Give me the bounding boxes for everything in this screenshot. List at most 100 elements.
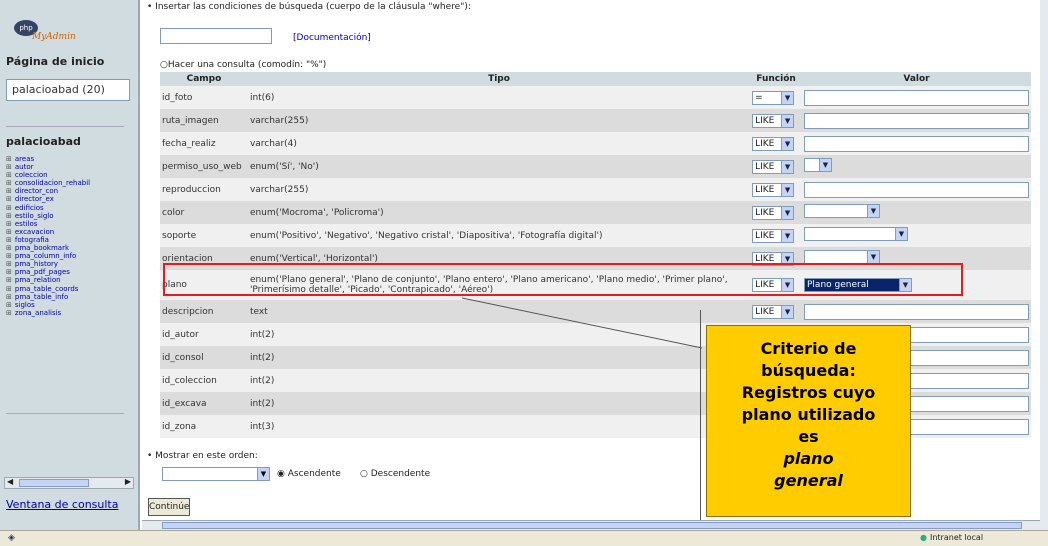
table-link[interactable]: ⊞ estilo_siglo bbox=[6, 212, 90, 220]
scroll-right-icon[interactable]: ▶ bbox=[125, 477, 131, 486]
function-select[interactable]: LIKE ▼ bbox=[752, 205, 795, 220]
ascending-option[interactable]: ◉ Ascendente bbox=[277, 469, 341, 479]
table-link[interactable]: ⊞ pma_history bbox=[6, 260, 90, 268]
table-name: estilo_siglo bbox=[14, 211, 54, 220]
callout-line-5: es bbox=[798, 427, 819, 446]
column-header-tipo: Tipo bbox=[247, 72, 751, 86]
function-select[interactable]: LIKE ▼ bbox=[752, 113, 795, 128]
table-name: director_ex bbox=[14, 195, 54, 204]
table-link[interactable]: ⊞ fotografia bbox=[6, 236, 90, 244]
chevron-down-icon[interactable]: ▼ bbox=[781, 160, 794, 173]
value-cell bbox=[802, 178, 1031, 201]
field-type: varchar(255) bbox=[247, 178, 751, 201]
table-icon: ⊞ bbox=[6, 155, 12, 163]
chevron-down-icon[interactable]: ▼ bbox=[895, 228, 907, 240]
chevron-down-icon[interactable]: ▼ bbox=[781, 137, 794, 150]
main-vertical-scrollbar[interactable] bbox=[1040, 0, 1048, 530]
function-select[interactable]: LIKE ▼ bbox=[752, 182, 795, 197]
table-name: coleccion bbox=[14, 171, 48, 180]
table-link[interactable]: ⊞ estilos bbox=[6, 220, 90, 228]
table-name: director_con bbox=[14, 187, 59, 196]
function-cell: = ▼ bbox=[750, 86, 802, 109]
table-link[interactable]: ⊞ siglos bbox=[6, 301, 90, 309]
value-input[interactable] bbox=[804, 181, 1029, 198]
chevron-down-icon[interactable]: ▼ bbox=[781, 229, 794, 242]
chevron-down-icon[interactable]: ▼ bbox=[867, 251, 879, 263]
documentation-link[interactable]: [Documentación] bbox=[293, 33, 371, 43]
value-cell bbox=[802, 109, 1031, 132]
table-link[interactable]: ⊞ edificios bbox=[6, 204, 90, 212]
table-icon: ⊞ bbox=[6, 235, 12, 244]
table-link[interactable]: ⊞ coleccion bbox=[6, 171, 90, 179]
function-value: LIKE bbox=[755, 306, 775, 317]
value-select[interactable]: ▼ bbox=[804, 227, 908, 241]
table-link[interactable]: ⊞ consolidacion_rehabil bbox=[6, 179, 90, 187]
value-input[interactable] bbox=[804, 303, 1029, 320]
chevron-down-icon[interactable]: ▼ bbox=[781, 114, 794, 127]
chevron-down-icon[interactable]: ▼ bbox=[781, 183, 794, 196]
table-link[interactable]: ⊞ pma_column_info bbox=[6, 252, 90, 260]
table-link[interactable]: ⊞ pma_pdf_pages bbox=[6, 268, 90, 276]
chevron-down-icon[interactable]: ▼ bbox=[867, 205, 879, 217]
database-selector[interactable]: palacioabad (20) bbox=[6, 79, 130, 101]
chevron-down-icon[interactable]: ▼ bbox=[781, 91, 794, 104]
scrollbar-thumb[interactable] bbox=[19, 479, 89, 487]
table-link[interactable]: ⊞ pma_table_info bbox=[6, 293, 90, 301]
table-link[interactable]: ⊞ pma_bookmark bbox=[6, 244, 90, 252]
main-horizontal-scrollbar[interactable] bbox=[142, 520, 1042, 530]
query-window-link[interactable]: Ventana de consulta bbox=[6, 498, 118, 511]
scroll-left-icon[interactable]: ◀ bbox=[7, 477, 13, 486]
field-name: fecha_realiz bbox=[160, 132, 248, 155]
query-mode-option[interactable]: ○Hacer una consulta (comodín: "%") bbox=[160, 60, 326, 70]
function-select[interactable]: LIKE ▼ bbox=[752, 304, 795, 319]
function-select[interactable]: LIKE ▼ bbox=[752, 228, 795, 243]
function-cell: LIKE ▼ bbox=[750, 155, 802, 178]
table-link[interactable]: ⊞ zona_analisis bbox=[6, 309, 90, 317]
value-select[interactable]: ▼ bbox=[804, 204, 880, 218]
chevron-down-icon[interactable]: ▼ bbox=[781, 305, 794, 318]
table-icon: ⊞ bbox=[6, 268, 12, 277]
zone-label: Intranet local bbox=[929, 533, 984, 542]
table-link[interactable]: ⊞ areas bbox=[6, 155, 90, 163]
table-icon: ⊞ bbox=[6, 219, 12, 228]
table-link[interactable]: ⊞ pma_relation bbox=[6, 276, 90, 284]
table-name: fotografia bbox=[14, 235, 49, 244]
radio-icon[interactable]: ○ bbox=[360, 469, 368, 479]
table-name: estilos bbox=[14, 219, 38, 228]
value-select[interactable]: ▼ bbox=[804, 158, 832, 172]
table-icon: ⊞ bbox=[6, 276, 12, 285]
descending-option[interactable]: ○ Descendente bbox=[360, 469, 430, 479]
table-icon: ⊞ bbox=[6, 227, 12, 236]
table-link[interactable]: ⊞ autor bbox=[6, 163, 90, 171]
chevron-down-icon[interactable]: ▼ bbox=[257, 468, 269, 480]
table-icon: ⊞ bbox=[6, 260, 12, 269]
table-link[interactable]: ⊞ director_con bbox=[6, 187, 90, 195]
order-label-text: Mostrar en este orden: bbox=[155, 451, 258, 461]
function-select[interactable]: LIKE ▼ bbox=[752, 136, 795, 151]
function-select[interactable]: = ▼ bbox=[752, 90, 795, 105]
table-link[interactable]: ⊞ director_ex bbox=[6, 195, 90, 203]
table-name: pma_relation bbox=[14, 276, 61, 285]
value-input[interactable] bbox=[804, 89, 1029, 106]
where-clause-input[interactable] bbox=[160, 28, 272, 44]
phpmyadmin-logo[interactable]: php MyAdmin bbox=[14, 20, 124, 48]
radio-selected-icon[interactable]: ◉ bbox=[277, 469, 285, 479]
chevron-down-icon[interactable]: ▼ bbox=[819, 159, 831, 171]
table-link[interactable]: ⊞ pma_table_coords bbox=[6, 285, 90, 293]
home-link[interactable]: Página de inicio bbox=[6, 55, 104, 68]
value-input[interactable] bbox=[804, 112, 1029, 129]
chevron-down-icon[interactable]: ▼ bbox=[781, 206, 794, 219]
sidebar-horizontal-scrollbar[interactable]: ◀ ▶ bbox=[4, 477, 134, 489]
database-name[interactable]: palacioabad bbox=[6, 135, 81, 148]
table-link[interactable]: ⊞ excavacion bbox=[6, 228, 90, 236]
value-cell: ▼ bbox=[802, 201, 1031, 224]
field-name: reproduccion bbox=[160, 178, 248, 201]
function-select[interactable]: LIKE ▼ bbox=[752, 159, 795, 174]
field-name: id_autor bbox=[160, 323, 248, 346]
value-select[interactable]: ▼ bbox=[804, 250, 880, 264]
radio-icon[interactable]: ○ bbox=[160, 60, 168, 70]
value-input[interactable] bbox=[804, 135, 1029, 152]
continue-button[interactable]: Continúe bbox=[148, 498, 190, 516]
scrollbar-thumb[interactable] bbox=[162, 522, 1022, 529]
order-field-select[interactable]: ▼ bbox=[162, 467, 270, 481]
